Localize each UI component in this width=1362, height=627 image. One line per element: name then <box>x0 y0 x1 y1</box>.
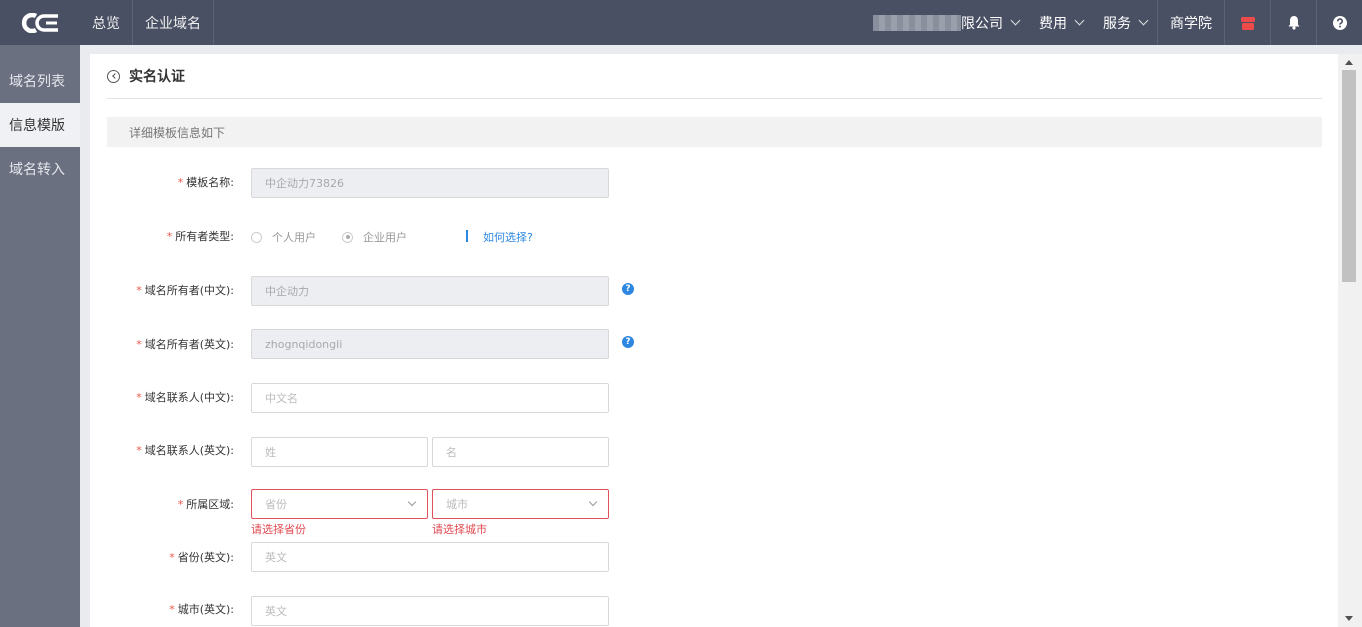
city-en-label: * 城市(英文): <box>169 603 234 616</box>
template-name-input[interactable]: 中企动力73826 <box>251 168 609 198</box>
divider <box>466 230 468 242</box>
chevron-down-icon <box>588 497 598 507</box>
question-icon <box>1332 15 1347 30</box>
city-en-input[interactable]: 英文 <box>251 596 609 626</box>
radio-personal-label: 个人用户 <box>272 231 316 244</box>
city-select[interactable]: 城市 <box>432 489 609 519</box>
menu-services[interactable]: 服务 <box>1093 13 1157 33</box>
owner-type-label: * 所有者类型: <box>166 230 234 243</box>
owner-cn-input[interactable]: 中企动力 <box>251 276 609 306</box>
province-error-text: 请选择省份 <box>251 523 306 536</box>
nav-enterprise-domain[interactable]: 企业域名 <box>133 0 214 45</box>
notification-button[interactable] <box>1270 0 1316 45</box>
help-circle-icon[interactable]: ? <box>622 336 634 348</box>
province-select[interactable]: 省份 <box>251 489 428 519</box>
contact-en-last-name-input[interactable]: 姓 <box>251 437 428 467</box>
academy-link[interactable]: 商学院 <box>1158 0 1224 45</box>
gift-icon <box>1240 16 1255 30</box>
page-title: 实名认证 <box>129 69 185 85</box>
province-en-input[interactable]: 英文 <box>251 542 609 572</box>
province-select-placeholder: 省份 <box>265 498 287 511</box>
back-arrow-icon[interactable] <box>107 69 120 83</box>
template-name-label: * 模板名称: <box>177 176 234 189</box>
brand-logo-icon[interactable] <box>0 0 80 45</box>
sidebar-item-domain-transfer[interactable]: 域名转入 <box>0 147 80 191</box>
city-error-text: 请选择城市 <box>432 523 487 536</box>
scroll-down-arrow-icon[interactable] <box>1345 616 1353 621</box>
vertical-scrollbar[interactable] <box>1338 54 1362 627</box>
owner-cn-label: * 域名所有者(中文): <box>136 284 234 297</box>
contact-cn-input[interactable]: 中文名 <box>251 383 609 413</box>
help-circle-icon[interactable]: ? <box>622 283 634 295</box>
chevron-down-icon <box>407 497 417 507</box>
main-panel: 实名认证 详细模板信息如下 * 模板名称: 中企动力73826 * 所有者类型: 个… <box>90 54 1338 627</box>
sidebar: 域名列表 信息模版 域名转入 <box>0 45 80 627</box>
chevron-down-icon <box>1010 15 1021 26</box>
top-right-menu: 限公司 费用 服务 商学院 <box>873 0 1362 45</box>
gift-button[interactable] <box>1224 0 1270 45</box>
region-label: * 所属区域: <box>177 498 234 511</box>
nav-overview[interactable]: 总览 <box>80 0 133 45</box>
contact-en-first-name-input[interactable]: 名 <box>432 437 609 467</box>
radio-button[interactable] <box>251 231 262 243</box>
radio-enterprise-user[interactable]: 企业用户 <box>342 229 407 245</box>
scrollbar-thumb[interactable] <box>1342 70 1356 282</box>
chevron-down-icon <box>1074 15 1085 26</box>
province-en-label: * 省份(英文): <box>169 551 234 564</box>
owner-en-input[interactable]: zhognqidongli <box>251 329 609 359</box>
menu-services-label: 服务 <box>1103 15 1131 32</box>
radio-enterprise-label: 企业用户 <box>363 231 407 244</box>
city-select-placeholder: 城市 <box>446 498 468 511</box>
bell-icon <box>1288 16 1299 30</box>
contact-en-label: * 域名联系人(英文): <box>136 444 234 457</box>
panel-header: 实名认证 <box>107 54 1322 99</box>
help-button[interactable] <box>1316 0 1362 45</box>
top-bar: 总览 企业域名 限公司 费用 服务 商学院 <box>0 0 1362 45</box>
radio-button-selected[interactable] <box>342 231 353 243</box>
company-switcher[interactable]: 限公司 <box>873 13 1021 33</box>
menu-fees-label: 费用 <box>1039 15 1067 32</box>
radio-personal-user[interactable]: 个人用户 <box>251 229 316 245</box>
info-banner: 详细模板信息如下 <box>107 117 1322 147</box>
contact-cn-label: * 域名联系人(中文): <box>136 391 234 404</box>
sidebar-item-info-template[interactable]: 信息模版 <box>0 103 80 147</box>
company-name-suffix: 限公司 <box>961 15 1003 32</box>
how-to-choose-link[interactable]: 如何选择? <box>483 229 533 245</box>
masked-company-name <box>873 14 961 31</box>
menu-fees[interactable]: 费用 <box>1029 13 1093 33</box>
chevron-down-icon <box>1138 15 1149 26</box>
owner-en-label: * 域名所有者(英文): <box>136 338 234 351</box>
sidebar-item-domain-list[interactable]: 域名列表 <box>0 59 80 103</box>
scroll-up-arrow-icon[interactable] <box>1345 60 1353 65</box>
